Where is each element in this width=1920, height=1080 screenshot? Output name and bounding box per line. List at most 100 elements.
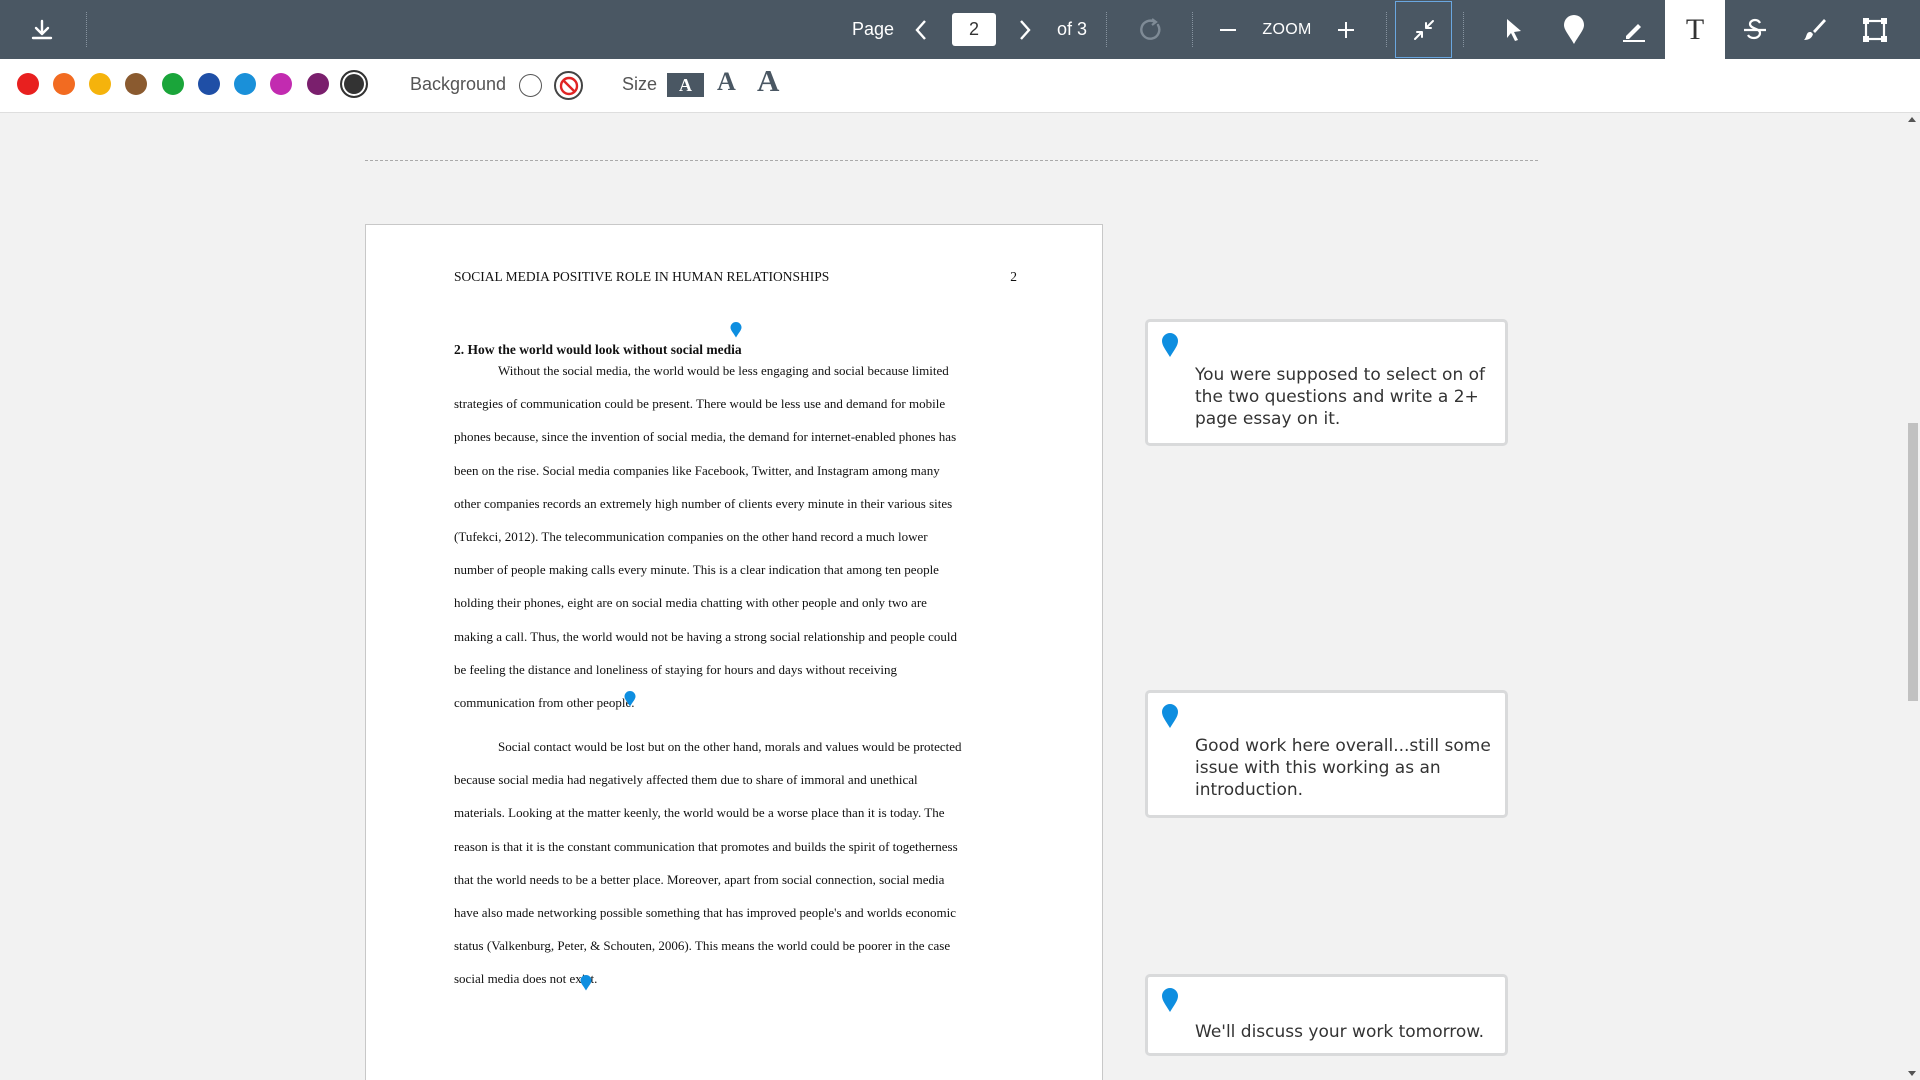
comment-text: You were supposed to select on of the tw…: [1195, 365, 1486, 429]
strikethrough-tool-button[interactable]: [1725, 0, 1785, 59]
toolbar-divider: [1463, 12, 1464, 47]
annotation-pin-icon[interactable]: [624, 691, 636, 707]
color-swatch-brown[interactable]: [125, 73, 147, 95]
main-toolbar: Page of 3 ZOOM T: [0, 0, 1920, 59]
color-swatch-orange[interactable]: [53, 73, 75, 95]
color-swatch-yellow[interactable]: [89, 73, 111, 95]
page-total: of 3: [1056, 19, 1088, 39]
text-icon: T: [1685, 12, 1705, 46]
page-number: 2: [1010, 269, 1017, 284]
page-label: Page: [851, 19, 895, 39]
paragraph-line: have also made networking possible somet…: [454, 905, 957, 921]
size-medium-button[interactable]: A: [717, 67, 736, 97]
rotate-button[interactable]: [1128, 0, 1174, 59]
area-icon: [1863, 17, 1887, 42]
select-tool-button[interactable]: [1484, 0, 1544, 59]
color-swatch-red[interactable]: [17, 73, 39, 95]
comment-text: We'll discuss your work tomorrow.: [1195, 1022, 1485, 1042]
paragraph-1: Without the social media, the world woul…: [454, 354, 1019, 719]
paragraph-line: reason is that it is the constant commun…: [454, 838, 958, 854]
paragraph-line: (Tufekci, 2012). The telecommunication c…: [454, 529, 928, 545]
paragraph-line: strategies of communication could be pre…: [454, 396, 946, 412]
download-icon: [31, 19, 53, 39]
color-swatch-purple[interactable]: [307, 73, 329, 95]
pin-tool-button[interactable]: [1544, 0, 1604, 59]
brush-tool-button[interactable]: [1785, 0, 1845, 59]
color-swatch-green[interactable]: [162, 73, 184, 95]
paragraph-line: social media does not exist.: [454, 971, 598, 987]
background-none-option[interactable]: [554, 71, 583, 100]
minus-icon: [1220, 28, 1236, 31]
vertical-scrollbar[interactable]: [1905, 113, 1920, 1080]
text-tool-button[interactable]: T: [1665, 0, 1725, 59]
page-divider: [365, 160, 1538, 161]
paragraph-line: Social contact would be lost but on the …: [498, 739, 962, 754]
running-head: SOCIAL MEDIA POSITIVE ROLE IN HUMAN RELA…: [454, 269, 1017, 285]
scroll-down-arrow-icon[interactable]: [1908, 1071, 1916, 1076]
pen-icon: [1623, 23, 1645, 42]
brush-icon: [1804, 18, 1826, 40]
no-background-icon: [559, 76, 578, 95]
paragraph-line: making a call. Thus, the world would not…: [454, 628, 958, 644]
pen-tool-button[interactable]: [1604, 0, 1664, 59]
comment-card[interactable]: Good work here overall...still some issu…: [1145, 690, 1508, 818]
page-number-input[interactable]: [952, 13, 996, 46]
size-small-button[interactable]: A: [667, 73, 704, 97]
paragraph-line: other companies records an extremely hig…: [454, 495, 953, 511]
color-swatch-dark-blue[interactable]: [198, 73, 220, 95]
scroll-up-arrow-icon[interactable]: [1908, 117, 1916, 122]
annotation-pin-icon[interactable]: [580, 975, 592, 991]
paragraph-line: holding their phones, eight are on socia…: [454, 595, 927, 611]
color-swatch-magenta[interactable]: [270, 73, 292, 95]
rotate-icon: [1140, 17, 1161, 40]
zoom-in-button[interactable]: [1326, 0, 1366, 59]
size-large-button[interactable]: A: [757, 63, 779, 99]
paragraph-line: phones because, since the invention of s…: [454, 429, 957, 445]
color-swatch-light-blue[interactable]: [234, 73, 256, 95]
toolbar-divider: [1106, 12, 1107, 47]
color-swatch-black[interactable]: [340, 70, 368, 98]
zoom-out-button[interactable]: [1208, 0, 1248, 59]
running-head-title: SOCIAL MEDIA POSITIVE ROLE IN HUMAN RELA…: [454, 269, 830, 284]
previous-page-button[interactable]: [906, 0, 936, 59]
zoom-label: ZOOM: [1262, 20, 1312, 38]
pin-icon: [1162, 704, 1178, 728]
paragraph-line: been on the rise. Social media companies…: [454, 462, 940, 478]
paragraph-2: Social contact would be lost but on the …: [454, 730, 1019, 996]
area-tool-button[interactable]: [1845, 0, 1905, 59]
collapse-icon: [1413, 19, 1434, 40]
format-toolbar: Background Size A A A: [0, 59, 1920, 113]
chevron-left-icon: [915, 19, 926, 40]
pin-icon: [1162, 333, 1178, 357]
document-viewer[interactable]: SOCIAL MEDIA POSITIVE ROLE IN HUMAN RELA…: [0, 113, 1905, 1080]
comment-card[interactable]: You were supposed to select on of the tw…: [1145, 319, 1508, 446]
paragraph-line: that the world needs to be a better plac…: [454, 871, 945, 887]
download-button[interactable]: [18, 0, 66, 59]
chevron-right-icon: [1020, 19, 1031, 40]
pin-icon: [1162, 988, 1178, 1012]
paragraph-line: be feeling the distance and loneliness o…: [454, 661, 897, 677]
paragraph-line: materials. Looking at the matter keenly,…: [454, 805, 945, 821]
strikethrough-icon: [1744, 18, 1766, 39]
toolbar-divider: [86, 12, 87, 47]
plus-icon: [1338, 21, 1354, 38]
size-label: Size: [622, 74, 658, 94]
comment-text: Good work here overall...still some issu…: [1195, 736, 1491, 800]
paragraph-line: because social media had negatively affe…: [454, 772, 918, 788]
paragraph-line: Without the social media, the world woul…: [498, 363, 949, 378]
next-page-button[interactable]: [1010, 0, 1040, 59]
paragraph-line: status (Valkenburg, Peter, & Schouten, 2…: [454, 938, 951, 954]
paragraph-line: number of people making calls every minu…: [454, 562, 939, 578]
cursor-icon: [1507, 18, 1521, 41]
scrollbar-thumb[interactable]: [1908, 423, 1918, 701]
document-page[interactable]: SOCIAL MEDIA POSITIVE ROLE IN HUMAN RELA…: [365, 224, 1103, 1080]
annotation-pin-icon[interactable]: [730, 322, 742, 338]
comment-card[interactable]: We'll discuss your work tomorrow.: [1145, 974, 1508, 1056]
background-white-option[interactable]: [519, 74, 542, 97]
pin-icon: [1564, 14, 1584, 44]
toolbar-divider: [1192, 12, 1193, 47]
background-label: Background: [410, 74, 507, 94]
paragraph-line: communication from other people.: [454, 695, 635, 711]
toolbar-divider: [1386, 12, 1387, 47]
collapse-button[interactable]: [1395, 1, 1452, 58]
